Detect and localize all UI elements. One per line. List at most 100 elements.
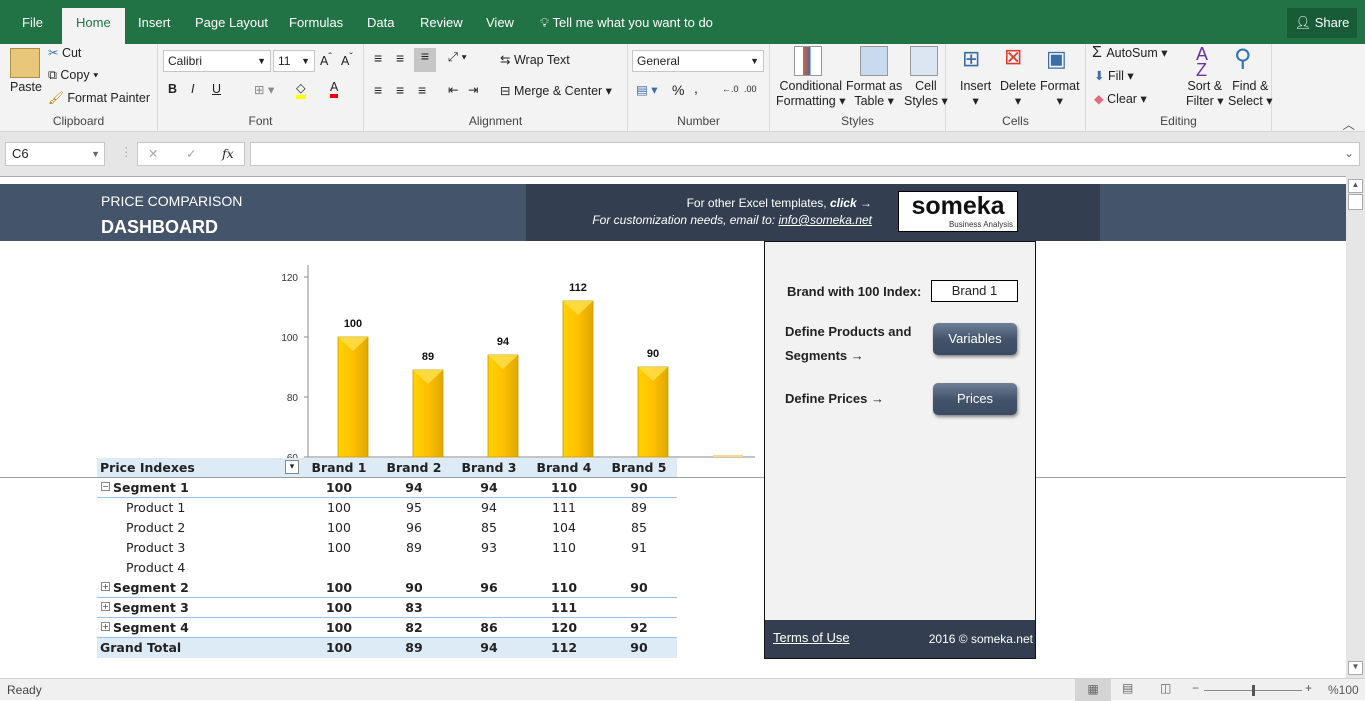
segment-row: − Segment 1 100 94 94 110 90 (97, 478, 677, 498)
tab-file[interactable]: File (20, 8, 45, 38)
zoom-slider-thumb[interactable] (1252, 685, 1255, 696)
filter-icon[interactable]: ▾ (285, 460, 299, 474)
expand-icon[interactable]: + (101, 582, 110, 591)
clear-button[interactable]: ◆ Clear ▾ (1094, 91, 1147, 106)
insert-button[interactable]: Insert ▾ (960, 79, 991, 109)
brush-icon: 🖌︎ (48, 91, 68, 105)
align-right-icon[interactable]: ≡ (418, 82, 426, 98)
value-cell: 111 (552, 500, 576, 515)
share-button[interactable]: 👤︎ Share (1287, 8, 1357, 38)
cancel-icon[interactable]: ✕ (148, 146, 158, 161)
font-size-select[interactable]: 11 ▼ (273, 50, 315, 72)
underline-button[interactable]: U (212, 82, 221, 96)
worksheet[interactable]: PRICE COMPARISON DASHBOARD For other Exc… (0, 176, 1346, 678)
find-select-button[interactable]: Find & Select ▾ (1228, 79, 1273, 109)
align-bottom-icon[interactable]: ≡ (414, 48, 436, 72)
decrease-decimal-icon[interactable]: .00 (744, 84, 757, 94)
align-left-icon[interactable]: ≡ (374, 82, 382, 98)
increase-decimal-icon[interactable]: ←.0 (722, 84, 739, 94)
grow-font-icon[interactable]: Aˆ (320, 52, 332, 68)
vertical-scrollbar[interactable]: ▲ ▼ (1346, 176, 1365, 678)
variables-button[interactable]: Variables (933, 323, 1017, 355)
collapse-icon[interactable]: − (101, 482, 110, 491)
currency-icon[interactable]: ▤ ▾ (636, 82, 658, 97)
value-cell: 90 (405, 580, 423, 595)
copy-button[interactable]: ⧉ Copy ▾ (48, 68, 98, 83)
font-color-icon[interactable]: A (330, 80, 339, 98)
page-layout-view-icon[interactable]: ▤ (1122, 681, 1133, 695)
paste-button[interactable]: Paste (10, 80, 42, 94)
zoom-in-icon[interactable]: + (1305, 681, 1312, 695)
product-row: Product 4 (97, 558, 677, 578)
tab-page-layout[interactable]: Page Layout (193, 8, 270, 38)
comma-button[interactable]: , (694, 80, 698, 96)
delete-button[interactable]: Delete ▾ (1000, 79, 1036, 109)
autosum-button[interactable]: Σ AutoSum ▾ (1092, 44, 1168, 62)
expand-icon[interactable]: + (101, 622, 110, 631)
conditional-formatting-button[interactable]: Conditional Formatting ▾ (776, 79, 846, 109)
alignment-label: Alignment (468, 114, 523, 128)
value-cell: 110 (550, 480, 578, 495)
normal-view-icon[interactable]: ▦ (1075, 679, 1111, 701)
wrap-text-button[interactable]: ⇆ Wrap Text (500, 52, 570, 67)
decrease-indent-icon[interactable]: ⇤ (448, 82, 458, 97)
someka-logo[interactable]: someka Business Analysis (898, 191, 1018, 232)
copyright-text: 2016 © someka.net (928, 632, 1033, 646)
function-icon[interactable]: fx (222, 146, 234, 161)
merge-center-button[interactable]: ⊟ Merge & Center ▾ (500, 83, 612, 98)
tab-data[interactable]: Data (365, 8, 396, 38)
bar-data-label: 90 (647, 348, 659, 360)
pivot-column-header: Brand 5 (611, 460, 667, 475)
conditional-formatting-icon (794, 46, 822, 76)
value-cell: 94 (480, 480, 498, 495)
confirm-icon[interactable]: ✓ (186, 146, 196, 161)
brand-100-input[interactable]: Brand 1 (931, 280, 1018, 302)
page-break-view-icon[interactable]: ◫ (1160, 681, 1171, 695)
bold-button[interactable]: B (168, 82, 177, 96)
increase-indent-icon[interactable]: ⇥ (468, 82, 478, 97)
cell-styles-button[interactable]: Cell Styles ▾ (904, 79, 948, 109)
scroll-down-icon[interactable]: ▼ (1348, 661, 1363, 675)
shrink-font-icon[interactable]: Aˇ (341, 52, 353, 68)
collapse-ribbon-icon[interactable]: ︿ (1342, 114, 1355, 133)
align-middle-icon[interactable]: ≡ (396, 50, 404, 66)
formula-input[interactable]: ⌄ (250, 142, 1360, 166)
italic-button[interactable]: I (191, 82, 194, 96)
templates-link[interactable]: For other Excel templates, click → (687, 196, 872, 210)
align-top-icon[interactable]: ≡ (374, 50, 382, 66)
cut-button[interactable]: ✂ Cut (48, 45, 81, 60)
number-format-select[interactable]: General ▼ (632, 50, 764, 72)
value-cell: 110 (552, 540, 576, 555)
tab-review[interactable]: Review (418, 8, 465, 38)
percent-button[interactable]: % (672, 82, 684, 98)
tell-me-box[interactable]: 💡︎ Tell me what you want to do (538, 8, 715, 38)
format-button[interactable]: Format ▾ (1040, 79, 1080, 109)
fill-color-icon[interactable]: ◇ (296, 80, 306, 99)
tab-formulas[interactable]: Formulas (287, 8, 345, 38)
expand-icon[interactable]: + (101, 602, 110, 611)
tab-home[interactable]: Home (62, 8, 125, 44)
value-cell: 100 (327, 500, 351, 515)
bar-chart: 6080100120100899411290 (281, 265, 755, 462)
pivot-column-header: Brand 3 (461, 460, 517, 475)
format-as-table-button[interactable]: Format as Table ▾ (846, 79, 902, 109)
zoom-slider[interactable] (1204, 685, 1302, 696)
email-link[interactable]: info@someka.net (778, 213, 872, 227)
terms-link[interactable]: Terms of Use (773, 630, 850, 645)
borders-icon[interactable]: ⊞ ▾ (254, 82, 274, 97)
name-box[interactable]: C6 ▼ (5, 142, 105, 166)
tab-view[interactable]: View (484, 8, 516, 38)
zoom-out-icon[interactable]: − (1192, 681, 1199, 695)
scroll-up-icon[interactable]: ▲ (1348, 179, 1363, 193)
expand-formula-icon[interactable]: ⌄ (1344, 146, 1354, 160)
wrap-icon: ⇆ (500, 53, 514, 67)
font-name-select[interactable]: Calibri ▼ (163, 50, 271, 72)
tab-insert[interactable]: Insert (136, 8, 173, 38)
sort-filter-button[interactable]: Sort & Filter ▾ (1186, 79, 1224, 109)
prices-button[interactable]: Prices (933, 383, 1017, 415)
scroll-thumb[interactable] (1348, 194, 1363, 210)
format-painter-button[interactable]: 🖌︎ Format Painter (48, 91, 150, 106)
align-center-icon[interactable]: ≡ (396, 82, 404, 98)
fill-button[interactable]: ⬇ Fill ▾ (1094, 68, 1134, 83)
orientation-icon[interactable]: ⤢ ▾ (448, 50, 467, 65)
